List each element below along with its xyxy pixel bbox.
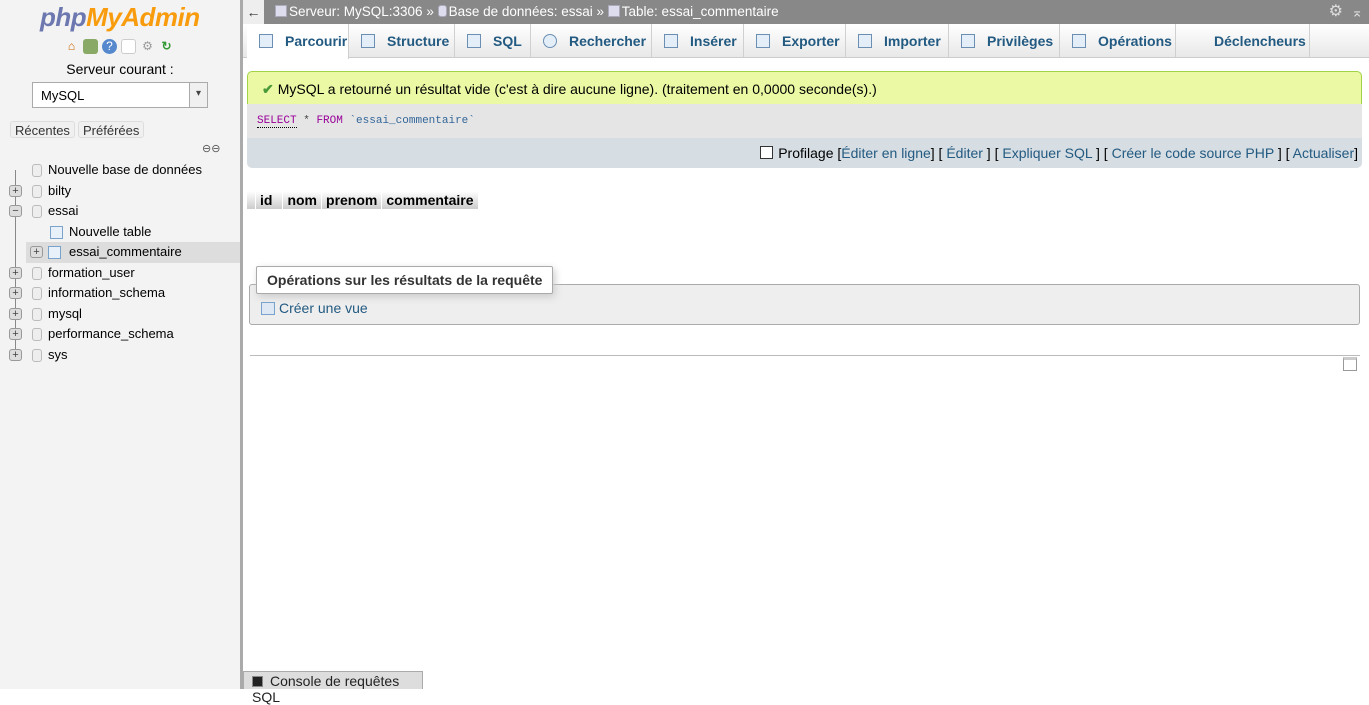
expand-icon[interactable]: + xyxy=(9,287,22,299)
sql-query: SELECT * FROM `essai_commentaire` xyxy=(247,104,1362,138)
edit-inline-link[interactable]: Éditer en ligne xyxy=(841,145,931,161)
triggers-icon xyxy=(1188,34,1202,48)
database-icon xyxy=(32,184,42,198)
tree-item-table[interactable]: + essai_commentaire xyxy=(26,242,240,263)
export-icon xyxy=(756,34,770,48)
database-icon xyxy=(32,348,42,362)
expand-icon[interactable]: + xyxy=(9,307,22,320)
tab-sql[interactable]: SQL xyxy=(455,24,531,58)
tab-insert[interactable]: Insérer xyxy=(652,24,744,58)
tree-item-database[interactable]: + sys xyxy=(0,345,240,366)
import-icon xyxy=(858,34,872,48)
server-select[interactable]: MySQL ▾ xyxy=(32,82,208,108)
table-structure-icon xyxy=(48,246,61,259)
scroll-top-icon[interactable]: ⌅ xyxy=(1351,0,1363,24)
panel-resizer[interactable] xyxy=(240,0,243,689)
insert-icon xyxy=(664,34,678,48)
explain-sql-link[interactable]: Expliquer SQL xyxy=(1002,145,1092,161)
database-icon xyxy=(437,5,447,17)
tree-item-database[interactable]: − essai xyxy=(0,201,240,222)
success-message: ✔ MySQL a retourné un résultat vide (c'es… xyxy=(247,71,1362,105)
navigation-panel: phpMyAdmin ⌂ ? ⚙ ↻ Serveur courant : MyS… xyxy=(0,0,240,689)
expand-icon[interactable]: + xyxy=(30,246,43,258)
column-header[interactable]: commentaire xyxy=(382,191,478,209)
database-icon xyxy=(32,266,42,280)
database-icon xyxy=(32,328,42,341)
results-table-header: id nom prenom commentaire xyxy=(247,191,479,209)
column-header[interactable]: nom xyxy=(283,191,322,209)
column-header[interactable]: id xyxy=(256,191,283,209)
column-header[interactable]: prenom xyxy=(322,191,382,209)
tree-item-database[interactable]: + mysql xyxy=(0,304,240,325)
query-toolbar: Profilage [Éditer en ligne] [ Éditer ] [… xyxy=(247,138,1362,168)
tab-triggers[interactable]: Déclencheurs xyxy=(1176,24,1310,58)
sql-console-toggle[interactable]: Console de requêtes SQL xyxy=(243,671,423,705)
table-icon xyxy=(607,5,620,17)
home-icon[interactable]: ⌂ xyxy=(64,39,79,54)
tab-export[interactable]: Exporter xyxy=(744,24,846,58)
view-add-icon xyxy=(261,302,275,315)
tree-item-new-table[interactable]: Nouvelle table xyxy=(0,222,240,243)
browse-icon xyxy=(259,34,273,48)
search-icon xyxy=(543,34,557,48)
expand-icon[interactable]: + xyxy=(9,328,22,340)
tab-import[interactable]: Importer xyxy=(846,24,949,58)
breadcrumb-database[interactable]: Base de données: essai xyxy=(449,4,593,19)
wrench-icon xyxy=(1072,34,1086,48)
favorite-tables-button[interactable]: Préférées xyxy=(78,121,145,138)
refresh-link[interactable]: Actualiser xyxy=(1293,145,1354,161)
profiling-checkbox[interactable] xyxy=(760,146,774,159)
expand-icon[interactable]: + xyxy=(9,348,22,361)
database-icon xyxy=(32,307,42,321)
settings-icon[interactable]: ⚙ xyxy=(1329,0,1343,24)
create-php-code-link[interactable]: Créer le code source PHP xyxy=(1112,145,1274,161)
sql-icon xyxy=(467,34,481,48)
logout-icon[interactable] xyxy=(83,39,98,54)
tab-privileges[interactable]: Privilèges xyxy=(949,24,1060,58)
database-tree: Nouvelle base de données + bilty − essai N… xyxy=(0,160,240,365)
server-icon xyxy=(275,5,287,17)
link-with-main-panel-icon[interactable]: ⊖⊖ xyxy=(202,142,220,155)
structure-icon xyxy=(361,34,375,48)
current-server-label: Serveur courant : xyxy=(66,61,174,77)
docs-icon[interactable] xyxy=(121,39,136,54)
help-icon[interactable]: ? xyxy=(102,39,117,54)
tree-item-new-database[interactable]: Nouvelle base de données xyxy=(0,160,240,181)
tree-item-database[interactable]: + formation_user xyxy=(0,263,240,284)
tab-bar: Parcourir Structure SQL Rechercher Insér… xyxy=(243,24,1369,59)
breadcrumb: ← Serveur: MySQL:3306 » Base de données:… xyxy=(243,0,1369,24)
phpmyadmin-logo[interactable]: phpMyAdmin xyxy=(40,2,200,33)
expand-icon[interactable]: + xyxy=(9,266,22,279)
database-icon xyxy=(32,205,42,218)
tree-item-database[interactable]: + bilty xyxy=(0,181,240,202)
reload-icon[interactable]: ↻ xyxy=(159,39,174,54)
settings-icon[interactable]: ⚙ xyxy=(140,39,155,54)
edit-link[interactable]: Éditer xyxy=(946,145,983,161)
divider xyxy=(250,355,1360,356)
chevron-down-icon: ▾ xyxy=(189,83,207,107)
tree-item-database[interactable]: + performance_schema xyxy=(0,324,240,345)
collapse-sidebar-button[interactable]: ← xyxy=(243,0,264,24)
tab-operations[interactable]: Opérations xyxy=(1060,24,1176,58)
sql-keyword-link[interactable]: SELECT xyxy=(257,115,297,128)
breadcrumb-table[interactable]: Table: essai_commentaire xyxy=(622,4,779,19)
table-add-icon xyxy=(50,225,63,239)
tab-search[interactable]: Rechercher xyxy=(531,24,652,58)
expand-icon[interactable]: + xyxy=(9,184,22,197)
operations-legend: Opérations sur les résultats de la requê… xyxy=(256,266,554,294)
privileges-icon xyxy=(961,34,975,48)
create-view-link[interactable]: Créer une vue xyxy=(261,300,368,316)
console-icon xyxy=(252,676,263,687)
tree-item-database[interactable]: + information_schema xyxy=(0,283,240,304)
collapse-icon[interactable]: − xyxy=(9,205,22,217)
tab-browse[interactable]: Parcourir xyxy=(247,24,349,59)
recent-tables-button[interactable]: Récentes xyxy=(10,121,75,138)
bookmark-icon[interactable] xyxy=(1343,357,1357,371)
database-add-icon xyxy=(32,164,42,177)
tab-structure[interactable]: Structure xyxy=(349,24,455,58)
breadcrumb-server[interactable]: Serveur: MySQL:3306 xyxy=(289,4,423,19)
database-icon xyxy=(32,287,42,300)
check-icon: ✔ xyxy=(262,81,274,97)
